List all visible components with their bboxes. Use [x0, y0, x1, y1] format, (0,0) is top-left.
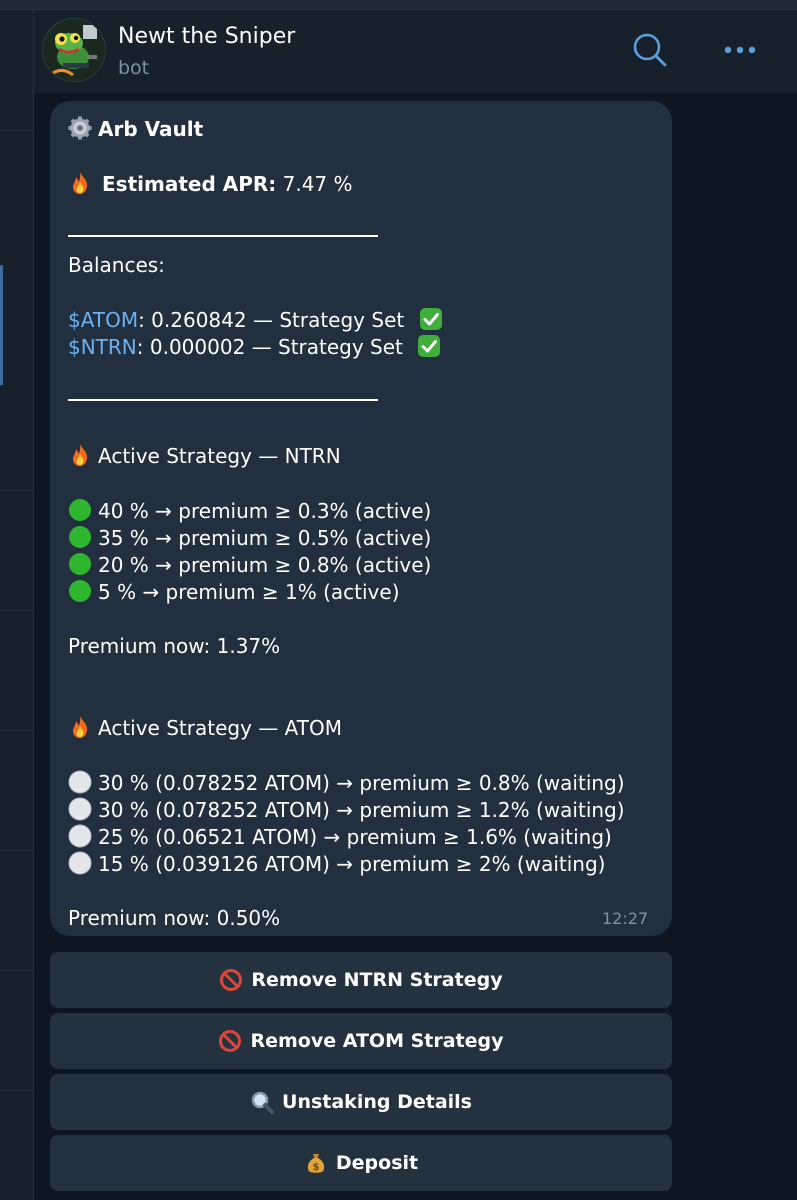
green-circle-icon	[69, 499, 91, 521]
remove-atom-strategy-button[interactable]: Remove ATOM Strategy	[50, 1013, 672, 1069]
divider	[68, 235, 378, 237]
ticker-link-ntrn[interactable]: $NTRN	[68, 335, 137, 359]
ntrn-tier-text: 35 % → premium ≥ 0.5% (active)	[98, 526, 432, 550]
check-mark-icon	[418, 335, 441, 357]
ntrn-heading: Active Strategy — NTRN	[98, 444, 341, 468]
ticker-link-atom[interactable]: $ATOM	[68, 308, 138, 332]
chat-list-divider	[0, 730, 34, 731]
green-circle-icon	[69, 553, 91, 575]
balance-text-atom: : 0.260842 — Strategy Set	[138, 308, 405, 332]
search-icon	[633, 33, 667, 67]
balances-label: Balances:	[68, 253, 165, 277]
apr-label: Estimated APR:	[102, 172, 277, 196]
white-circle-icon	[68, 824, 92, 848]
ntrn-tier-text: 40 % → premium ≥ 0.3% (active)	[98, 499, 432, 523]
chat-list-column	[0, 10, 34, 1200]
top-strip	[0, 0, 797, 10]
vault-title: Arb Vault	[98, 117, 204, 141]
atom-tier-text: 30 % (0.078252 ATOM) → premium ≥ 1.2% (w…	[98, 798, 625, 822]
atom-tier-row: 25 % (0.06521 ATOM) → premium ≥ 1.6% (wa…	[68, 824, 612, 849]
atom-premium-now: Premium now: 0.50%	[68, 906, 281, 930]
newt-avatar-icon	[43, 19, 105, 81]
atom-tier-row: 30 % (0.078252 ATOM) → premium ≥ 0.8% (w…	[68, 770, 625, 795]
message-bubble: Arb Vault Estimated APR: 7.47 % Balances…	[50, 101, 672, 936]
chat-header: Newt the Sniper bot	[34, 10, 797, 94]
atom-heading: Active Strategy — ATOM	[98, 716, 342, 740]
fire-icon	[73, 444, 88, 466]
ntrn-premium-now: Premium now: 1.37%	[68, 634, 281, 658]
remove-ntrn-strategy-label: Remove NTRN Strategy	[251, 969, 503, 991]
fire-icon	[73, 716, 88, 738]
balance-row-atom: $ATOM: 0.260842 — Strategy Set	[68, 307, 453, 332]
more-icon	[724, 46, 756, 54]
remove-atom-strategy-label: Remove ATOM Strategy	[250, 1030, 504, 1052]
deposit-label: Deposit	[335, 1152, 419, 1174]
chat-title[interactable]: Newt the Sniper	[118, 24, 295, 49]
green-circle-icon	[69, 580, 91, 602]
more-menu-button[interactable]	[720, 36, 760, 64]
unstaking-details-button[interactable]: Unstaking Details	[50, 1074, 672, 1130]
atom-heading-row: Active Strategy — ATOM	[68, 715, 342, 740]
chat-list-divider	[0, 1090, 34, 1091]
white-circle-icon	[68, 851, 92, 875]
chat-list-divider	[0, 130, 34, 131]
money-bag-icon: $	[307, 1154, 325, 1173]
no-entry-icon	[220, 969, 243, 991]
chat-list-divider	[0, 970, 34, 971]
ntrn-tier-text: 5 % → premium ≥ 1% (active)	[98, 580, 400, 604]
message-time: 12:27	[602, 909, 649, 928]
ntrn-tier-text: 20 % → premium ≥ 0.8% (active)	[98, 553, 432, 577]
atom-tier-text: 25 % (0.06521 ATOM) → premium ≥ 1.6% (wa…	[98, 825, 612, 849]
search-button[interactable]	[630, 30, 670, 70]
no-entry-icon	[219, 1030, 242, 1052]
check-mark-icon	[419, 308, 442, 330]
ntrn-tier-row: 20 % → premium ≥ 0.8% (active)	[68, 552, 431, 577]
ntrn-tier-row: 35 % → premium ≥ 0.5% (active)	[68, 525, 431, 550]
svg-text:$: $	[312, 1162, 319, 1173]
chat-list-divider	[0, 490, 34, 491]
divider	[68, 399, 378, 401]
vault-title-row: Arb Vault	[68, 116, 203, 141]
ntrn-heading-row: Active Strategy — NTRN	[68, 443, 341, 468]
avatar[interactable]	[42, 18, 106, 82]
atom-tier-text: 15 % (0.039126 ATOM) → premium ≥ 2% (wai…	[98, 852, 606, 876]
chat-area: Arb Vault Estimated APR: 7.47 % Balances…	[34, 94, 797, 1200]
white-circle-icon	[68, 770, 92, 794]
balance-text-ntrn: : 0.000002 — Strategy Set	[136, 335, 403, 359]
white-circle-icon	[68, 797, 92, 821]
atom-tier-text: 30 % (0.078252 ATOM) → premium ≥ 0.8% (w…	[98, 771, 625, 795]
ntrn-tier-row: 5 % → premium ≥ 1% (active)	[68, 579, 400, 604]
atom-tier-row: 30 % (0.078252 ATOM) → premium ≥ 1.2% (w…	[68, 797, 625, 822]
chat-list-divider	[0, 610, 34, 611]
green-circle-icon	[69, 526, 91, 548]
apr-row: Estimated APR: 7.47 %	[68, 171, 353, 196]
chat-subtitle: bot	[118, 57, 150, 79]
gear-icon	[68, 116, 92, 140]
ntrn-tier-row: 40 % → premium ≥ 0.3% (active)	[68, 498, 431, 523]
fire-icon	[73, 172, 88, 194]
unstaking-details-label: Unstaking Details	[282, 1091, 472, 1113]
chat-list-divider	[0, 850, 34, 851]
selected-chat-marker	[0, 265, 3, 385]
deposit-button[interactable]: $ Deposit	[50, 1135, 672, 1191]
apr-value: 7.47 %	[282, 172, 353, 196]
magnifier-icon	[251, 1091, 275, 1114]
remove-ntrn-strategy-button[interactable]: Remove NTRN Strategy	[50, 952, 672, 1008]
atom-tier-row: 15 % (0.039126 ATOM) → premium ≥ 2% (wai…	[68, 851, 605, 876]
balance-row-ntrn: $NTRN: 0.000002 — Strategy Set	[68, 334, 451, 359]
